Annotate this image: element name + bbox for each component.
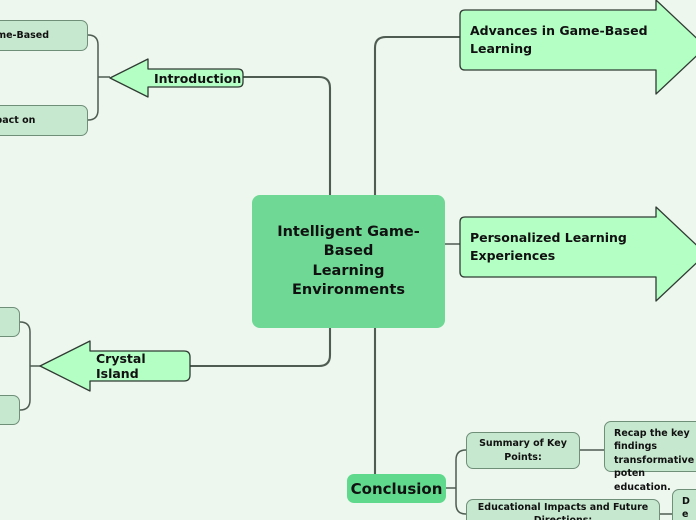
branch-conclusion-label: Conclusion <box>350 479 443 498</box>
leaf-crystal-child-1[interactable]: nd? <box>0 307 20 337</box>
branch-advances-label: Advances in Game-Based Learning <box>470 22 648 56</box>
edge-conclusion-child-2 <box>455 488 467 515</box>
leaf-impacts-detail[interactable]: De <box>672 489 696 520</box>
branch-conclusion[interactable]: Conclusion <box>347 474 446 503</box>
branch-introduction[interactable]: Introduction <box>109 58 244 98</box>
edge-crystal-island <box>190 328 332 368</box>
leaf-educational-impacts-label: Educational Impacts and Future Direction… <box>477 501 649 520</box>
edge-conclusion <box>348 328 377 490</box>
edge-advances <box>373 35 462 196</box>
branch-crystal-island[interactable]: Crystal Island <box>39 340 191 392</box>
edge-crystal-child-2 <box>19 366 31 411</box>
leaf-summary-detail-label: Recap the key findings transformative pot… <box>614 428 695 493</box>
leaf-introduction-child-2-label: Impact on <box>0 114 36 126</box>
leaf-crystal-child-2[interactable]: red <box>0 395 20 425</box>
branch-advances[interactable]: Advances in Game-Based Learning <box>459 0 696 95</box>
leaf-introduction-child-1-label: Game-Based <box>0 29 50 41</box>
leaf-introduction-child-2[interactable]: Impact on <box>0 105 88 136</box>
mindmap-canvas: Intelligent Game- Based Learning Environmen… <box>0 0 696 520</box>
branch-personalized-label: Personalized Learning Experiences <box>470 229 627 263</box>
edge-introduction-child-2 <box>87 77 99 121</box>
branch-crystal-island-label: Crystal Island <box>96 351 146 381</box>
branch-introduction-label: Introduction <box>154 70 242 86</box>
leaf-introduction-child-1[interactable]: Game-Based <box>0 20 88 51</box>
leaf-summary-detail[interactable]: Recap the key findings transformative pot… <box>604 421 696 493</box>
root-node-label: Intelligent Game- Based Learning Environmen… <box>277 224 420 298</box>
leaf-impacts-detail-label: De <box>682 496 690 520</box>
leaf-summary-of-key-points[interactable]: Summary of Key Points: <box>466 432 580 469</box>
edge-conclusion-child-1 <box>455 449 467 488</box>
edge-crystal-child-1 <box>19 321 31 366</box>
edge-introduction-child-1 <box>87 34 99 77</box>
leaf-summary-of-key-points-label: Summary of Key Points: <box>479 438 567 463</box>
edge-introduction <box>243 75 332 196</box>
leaf-educational-impacts[interactable]: Educational Impacts and Future Direction… <box>466 499 660 520</box>
root-node[interactable]: Intelligent Game- Based Learning Environmen… <box>252 195 445 328</box>
branch-personalized[interactable]: Personalized Learning Experiences <box>459 206 696 302</box>
